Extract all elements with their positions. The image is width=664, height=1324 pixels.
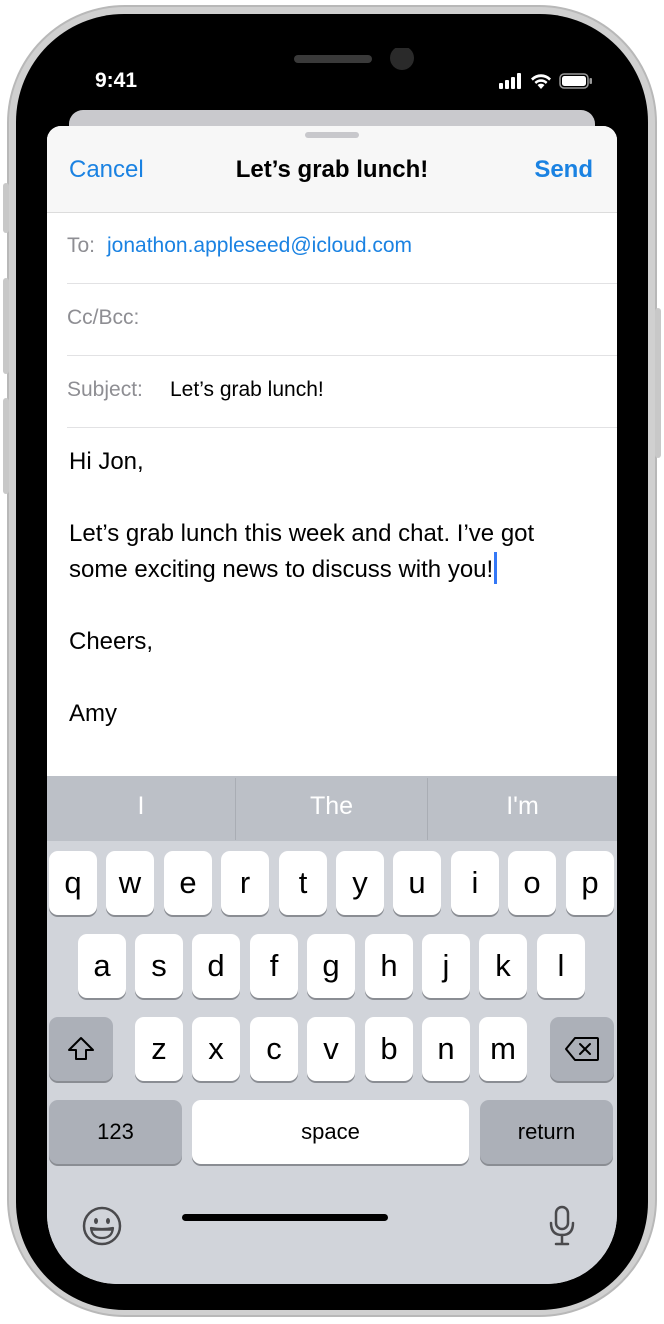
key-u[interactable]: u [393, 851, 441, 915]
shift-key[interactable] [49, 1017, 113, 1081]
key-d[interactable]: d [192, 934, 240, 998]
volume-down-button [3, 398, 9, 494]
to-recipient[interactable]: jonathon.appleseed@icloud.com [107, 234, 412, 258]
key-l[interactable]: l [537, 934, 585, 998]
key-c[interactable]: c [250, 1017, 298, 1081]
text-cursor [494, 552, 498, 584]
subject-field[interactable]: Subject: Let’s grab lunch! [67, 356, 617, 428]
cc-bcc-label: Cc/Bcc: [67, 306, 140, 329]
front-camera [390, 48, 414, 70]
body-line-2: some exciting news to discuss with you! [69, 556, 494, 583]
body-greeting: Hi Jon, [69, 448, 144, 475]
message-body[interactable]: Hi Jon, Let’s grab lunch this week and c… [69, 444, 599, 732]
power-button [655, 308, 661, 458]
key-a[interactable]: a [78, 934, 126, 998]
compose-sheet: Let’s grab lunch! Cancel Send To: jonath… [47, 126, 617, 1284]
silent-switch [3, 183, 9, 233]
key-o[interactable]: o [508, 851, 556, 915]
body-signoff: Cheers, [69, 628, 154, 655]
home-indicator[interactable] [182, 1214, 388, 1221]
compose-navbar: Let’s grab lunch! Cancel Send [47, 126, 617, 213]
key-p[interactable]: p [566, 851, 614, 915]
body-line-1: Let’s grab lunch this week and chat. I’v… [69, 520, 535, 547]
key-w[interactable]: w [106, 851, 154, 915]
wifi-icon [531, 74, 551, 89]
to-label: To: [67, 234, 96, 257]
key-g[interactable]: g [307, 934, 355, 998]
key-y[interactable]: y [336, 851, 384, 915]
key-s[interactable]: s [135, 934, 183, 998]
key-i[interactable]: i [451, 851, 499, 915]
key-k[interactable]: k [479, 934, 527, 998]
key-b[interactable]: b [365, 1017, 413, 1081]
status-time: 9:41 [95, 69, 138, 92]
key-v[interactable]: v [307, 1017, 355, 1081]
key-z[interactable]: z [135, 1017, 183, 1081]
key-e[interactable]: e [164, 851, 212, 915]
status-icons [499, 72, 593, 90]
microphone-icon[interactable] [547, 1205, 577, 1247]
subject-input[interactable]: Let’s grab lunch! [170, 378, 324, 402]
phone-screen: 9:41 Let’s grab lunch! Cancel Send To: j… [47, 48, 617, 1284]
cancel-button[interactable]: Cancel [69, 156, 144, 184]
backspace-icon [565, 1036, 599, 1061]
cellular-signal-icon [499, 73, 521, 89]
cc-bcc-field[interactable]: Cc/Bcc: [67, 284, 617, 356]
key-n[interactable]: n [422, 1017, 470, 1081]
battery-icon [559, 73, 592, 89]
sheet-grabber[interactable] [305, 132, 359, 138]
shift-arrow-icon [68, 1036, 94, 1060]
return-key[interactable]: return [480, 1100, 613, 1164]
subject-label: Subject: [67, 378, 143, 401]
keyboard: I The I'm q w e r t y u i o p a s d f g … [47, 776, 617, 1284]
body-name: Amy [69, 700, 117, 727]
key-x[interactable]: x [192, 1017, 240, 1081]
key-m[interactable]: m [479, 1017, 527, 1081]
key-f[interactable]: f [250, 934, 298, 998]
emoji-face-icon[interactable] [81, 1205, 123, 1247]
key-q[interactable]: q [49, 851, 97, 915]
to-field[interactable]: To: jonathon.appleseed@icloud.com [67, 212, 617, 284]
prediction-2[interactable]: The [236, 776, 427, 841]
space-key[interactable]: space [192, 1100, 469, 1164]
prediction-1[interactable]: I [47, 776, 235, 841]
speaker-grille [294, 55, 372, 63]
predictive-bar: I The I'm [47, 776, 617, 841]
key-h[interactable]: h [365, 934, 413, 998]
prediction-3[interactable]: I'm [428, 776, 617, 841]
key-r[interactable]: r [221, 851, 269, 915]
volume-up-button [3, 278, 9, 374]
send-button[interactable]: Send [534, 156, 593, 184]
key-t[interactable]: t [279, 851, 327, 915]
numbers-key[interactable]: 123 [49, 1100, 182, 1164]
key-j[interactable]: j [422, 934, 470, 998]
delete-key[interactable] [550, 1017, 614, 1081]
